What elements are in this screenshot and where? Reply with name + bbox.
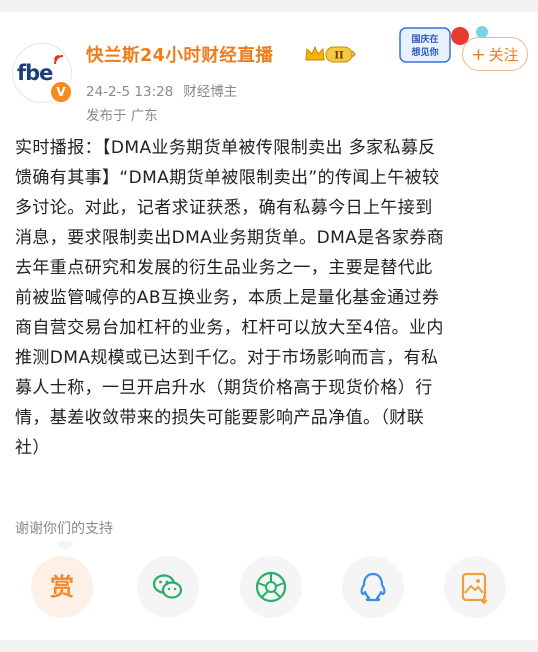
top-divider <box>0 0 538 12</box>
share-moments-button[interactable] <box>240 556 302 618</box>
support-text: 谢谢你们的支持 <box>15 521 113 537</box>
save-image-icon <box>461 572 488 605</box>
content-line: 推测DMA规模或已达到千亿。对于市场影响而言，有私 <box>15 348 439 368</box>
signal-icon <box>54 55 64 65</box>
bottom-divider <box>0 640 538 652</box>
save-image-button[interactable] <box>444 556 506 618</box>
content-line: 实时播报：【DMA业务期货单被传限制卖出 多家私募反 <box>15 138 436 158</box>
content-line: 前被监管喊停的AB互换业务，本质上是量化基金通过券 <box>15 288 440 308</box>
content-line: 消息，要求限制卖出DMA业务期货单。DMA是各家券商 <box>15 228 445 248</box>
content-line: 去年重点研究和发展的衍生品业务之一，主要是替代此 <box>15 258 433 278</box>
content-line: 商自营交易台加杠杆的业务，杠杆可以放大至4倍。业内 <box>15 318 444 338</box>
follow-label: 关注 <box>488 46 519 64</box>
level-badge-text: II <box>334 51 344 62</box>
pointer-tip <box>57 541 73 549</box>
svg-text:想见你: 想见你 <box>410 46 438 58</box>
moments-icon <box>255 571 287 603</box>
reward-icon: 赏 <box>50 573 74 601</box>
author-type: 财经博主 <box>183 84 238 100</box>
svg-text:国庆在: 国庆在 <box>411 33 438 45</box>
content-line: 馈确有其事】“DMA期货单被限制卖出”的传闻上午被较 <box>15 168 440 188</box>
post-location: 发布于 广东 <box>86 108 158 124</box>
level-badge-icon[interactable]: II <box>304 44 356 64</box>
plus-icon: + <box>471 45 486 65</box>
author-name[interactable]: 快兰斯24小时财经直播 <box>86 42 273 67</box>
qq-icon <box>360 572 386 602</box>
follow-button[interactable]: + 关注 <box>462 37 528 71</box>
reward-button[interactable]: 赏 <box>31 556 93 618</box>
post-meta: 24-2-5 13:28 财经博主 <box>86 80 237 100</box>
share-wechat-button[interactable] <box>137 556 199 618</box>
verified-badge: V <box>49 80 73 104</box>
content-line: 多讨论。对此，记者求证获悉，确有私募今日上午接到 <box>15 198 433 218</box>
wechat-icon <box>152 574 183 599</box>
content-line: 社） <box>15 438 50 458</box>
avatar-logo: fbe <box>17 61 53 85</box>
share-qq-button[interactable] <box>342 556 404 618</box>
content-line: 募人士称，一旦开启升水（期货价格高于现货价格）行 <box>15 378 433 398</box>
content-line: 情，基差收敛带来的损失可能要影响产品净值。（财联 <box>15 408 425 428</box>
post-content: 实时播报：【DMA业务期货单被传限制卖出 多家私募反 馈确有其事】“DMA期货单… <box>15 133 528 463</box>
post-date: 24-2-5 13:28 <box>86 84 174 100</box>
